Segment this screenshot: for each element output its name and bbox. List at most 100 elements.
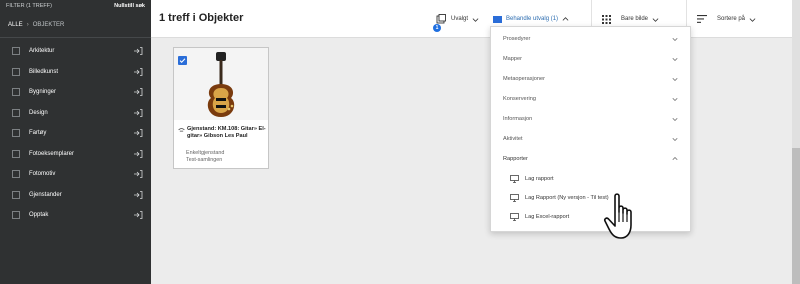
breadcrumb-objects[interactable]: OBJEKTER [33,22,65,28]
view-mode-label: Bare bilde [621,16,649,22]
grid-icon [602,14,611,24]
sort-select[interactable]: Sortere på [686,0,800,38]
scrollbar-thumb[interactable] [792,148,800,284]
sidebar-item-label: Fotomotiv [29,171,56,178]
category-checkbox[interactable] [12,149,20,158]
sidebar-item-label: Billedkunst [29,68,59,75]
menu-item-label: Lag Rapport (Ny versjon - Til test) [525,194,609,201]
checkbox-checked-icon[interactable] [178,56,187,65]
reset-search-button[interactable]: Nullstill søk [114,3,145,9]
chevron-down-icon [652,17,659,22]
chevron-down-icon [472,17,479,22]
menu-section-label: Mapper [503,56,522,62]
sidebar: FILTER (1 TREFF) Nullstill søk ALLE › OB… [0,0,151,284]
sidebar-item[interactable]: Gjenstander [0,185,151,206]
category-list: Arkitektur Billedkunst Bygninger Design … [0,38,151,226]
page-title: 1 treff i Objekter [159,12,244,24]
menu-section-activity[interactable]: Aktivitet [491,129,690,149]
monitor-icon [510,193,519,202]
menu-section-information[interactable]: Informasjon [491,109,690,129]
chevron-down-icon [672,117,678,122]
menu-section-label: Informasjon [503,116,533,122]
menu-section-label: Aktivitet [503,136,523,142]
category-checkbox[interactable] [12,88,20,97]
sidebar-item[interactable]: Bygninger [0,82,151,103]
menu-section-reports[interactable]: Rapporter [491,149,690,169]
sidebar-item[interactable]: Billedkunst [0,62,151,83]
sidebar-item[interactable]: Design [0,103,151,124]
chevron-right-icon: › [26,21,29,28]
category-checkbox[interactable] [12,67,20,76]
chevron-down-icon [672,57,678,62]
breadcrumb: ALLE › OBJEKTER [0,12,151,38]
menu-item-label: Lag Excel-rapport [525,213,570,220]
filter-bar: FILTER (1 TREFF) Nullstill søk [0,0,151,12]
card-subtitle: Enkeltgjenstand Test-samlingen [186,150,266,164]
sidebar-item-label: Gjenstander [29,191,62,198]
open-category-icon[interactable] [133,108,143,118]
sidebar-item[interactable]: Arkitektur [0,41,151,62]
chevron-down-icon [672,97,678,102]
category-checkbox[interactable] [12,170,20,179]
chevron-down-icon [672,37,678,42]
sidebar-item-label: Bygninger [29,89,57,96]
chevron-down-icon [672,77,678,82]
toolbar: 1 treff i Objekter 1 Uvalgt Behandle utv… [151,0,800,38]
category-checkbox[interactable] [12,47,20,56]
menu-section-conservation[interactable]: Konservering [491,89,690,109]
open-category-icon[interactable] [133,169,143,179]
sidebar-item[interactable]: Fartøy [0,123,151,144]
menu-item-create-report-new[interactable]: Lag Rapport (Ny versjon - Til test) [491,188,690,207]
open-category-icon[interactable] [133,149,143,159]
selection-count-badge: 1 [433,24,441,32]
sidebar-item-label: Fartøy [29,130,47,137]
menu-section-label: Rapporter [503,156,528,162]
sidebar-item[interactable]: Fotoeksemplarer [0,144,151,165]
monitor-icon [510,174,519,183]
menu-section-metaoperations[interactable]: Metaoperasjoner [491,69,690,89]
sidebar-item-label: Design [29,109,48,116]
menu-section-label: Konservering [503,96,536,102]
chevron-up-icon [562,16,569,21]
open-category-icon[interactable] [133,190,143,200]
result-card[interactable]: Gjenstand: KM.108: Gitar» El-gitar» Gibs… [173,47,269,169]
chevron-up-icon [672,156,678,161]
guitar-image [207,52,235,117]
sidebar-item[interactable]: Opptak [0,205,151,226]
main-area: 1 treff i Objekter 1 Uvalgt Behandle utv… [151,0,800,284]
selection-button[interactable]: 1 Uvalgt [433,0,479,38]
object-image[interactable] [174,48,268,120]
sort-label: Sortere på [717,16,746,22]
process-selection-label: Behandle utvalg (1) [506,16,559,22]
open-category-icon[interactable] [133,210,143,220]
menu-section-procedures[interactable]: Prosedyrer [491,29,690,49]
chevron-down-icon [749,17,756,22]
process-icon [493,15,502,23]
sidebar-item-label: Arkitektur [29,48,55,55]
card-title[interactable]: Gjenstand: KM.108: Gitar» El-gitar» Gibs… [178,126,266,140]
sidebar-item[interactable]: Fotomotiv [0,164,151,185]
selection-label: Uvalgt [451,16,469,22]
category-checkbox[interactable] [12,129,20,138]
chevron-down-icon [672,137,678,142]
open-category-icon[interactable] [133,67,143,77]
filter-label: FILTER (1 TREFF) [6,3,52,9]
card-collection: Test-samlingen [186,157,223,163]
menu-item-create-excel-report[interactable]: Lag Excel-rapport [491,207,690,226]
category-checkbox[interactable] [12,108,20,117]
open-category-icon[interactable] [133,46,143,56]
category-checkbox[interactable] [12,190,20,199]
menu-section-label: Prosedyrer [503,36,531,42]
category-checkbox[interactable] [12,211,20,220]
sidebar-item-label: Fotoeksemplarer [29,150,75,157]
sort-icon [697,15,707,23]
selection-icon: 1 [433,14,446,32]
menu-item-create-report[interactable]: Lag rapport [491,169,690,188]
open-category-icon[interactable] [133,128,143,138]
process-menu-dropdown: Prosedyrer Mapper Metaoperasjoner Konser… [490,26,691,232]
menu-section-folders[interactable]: Mapper [491,49,690,69]
open-category-icon[interactable] [133,87,143,97]
menu-section-label: Metaoperasjoner [503,76,545,82]
sidebar-item-label: Opptak [29,212,49,219]
breadcrumb-all[interactable]: ALLE [8,22,23,28]
